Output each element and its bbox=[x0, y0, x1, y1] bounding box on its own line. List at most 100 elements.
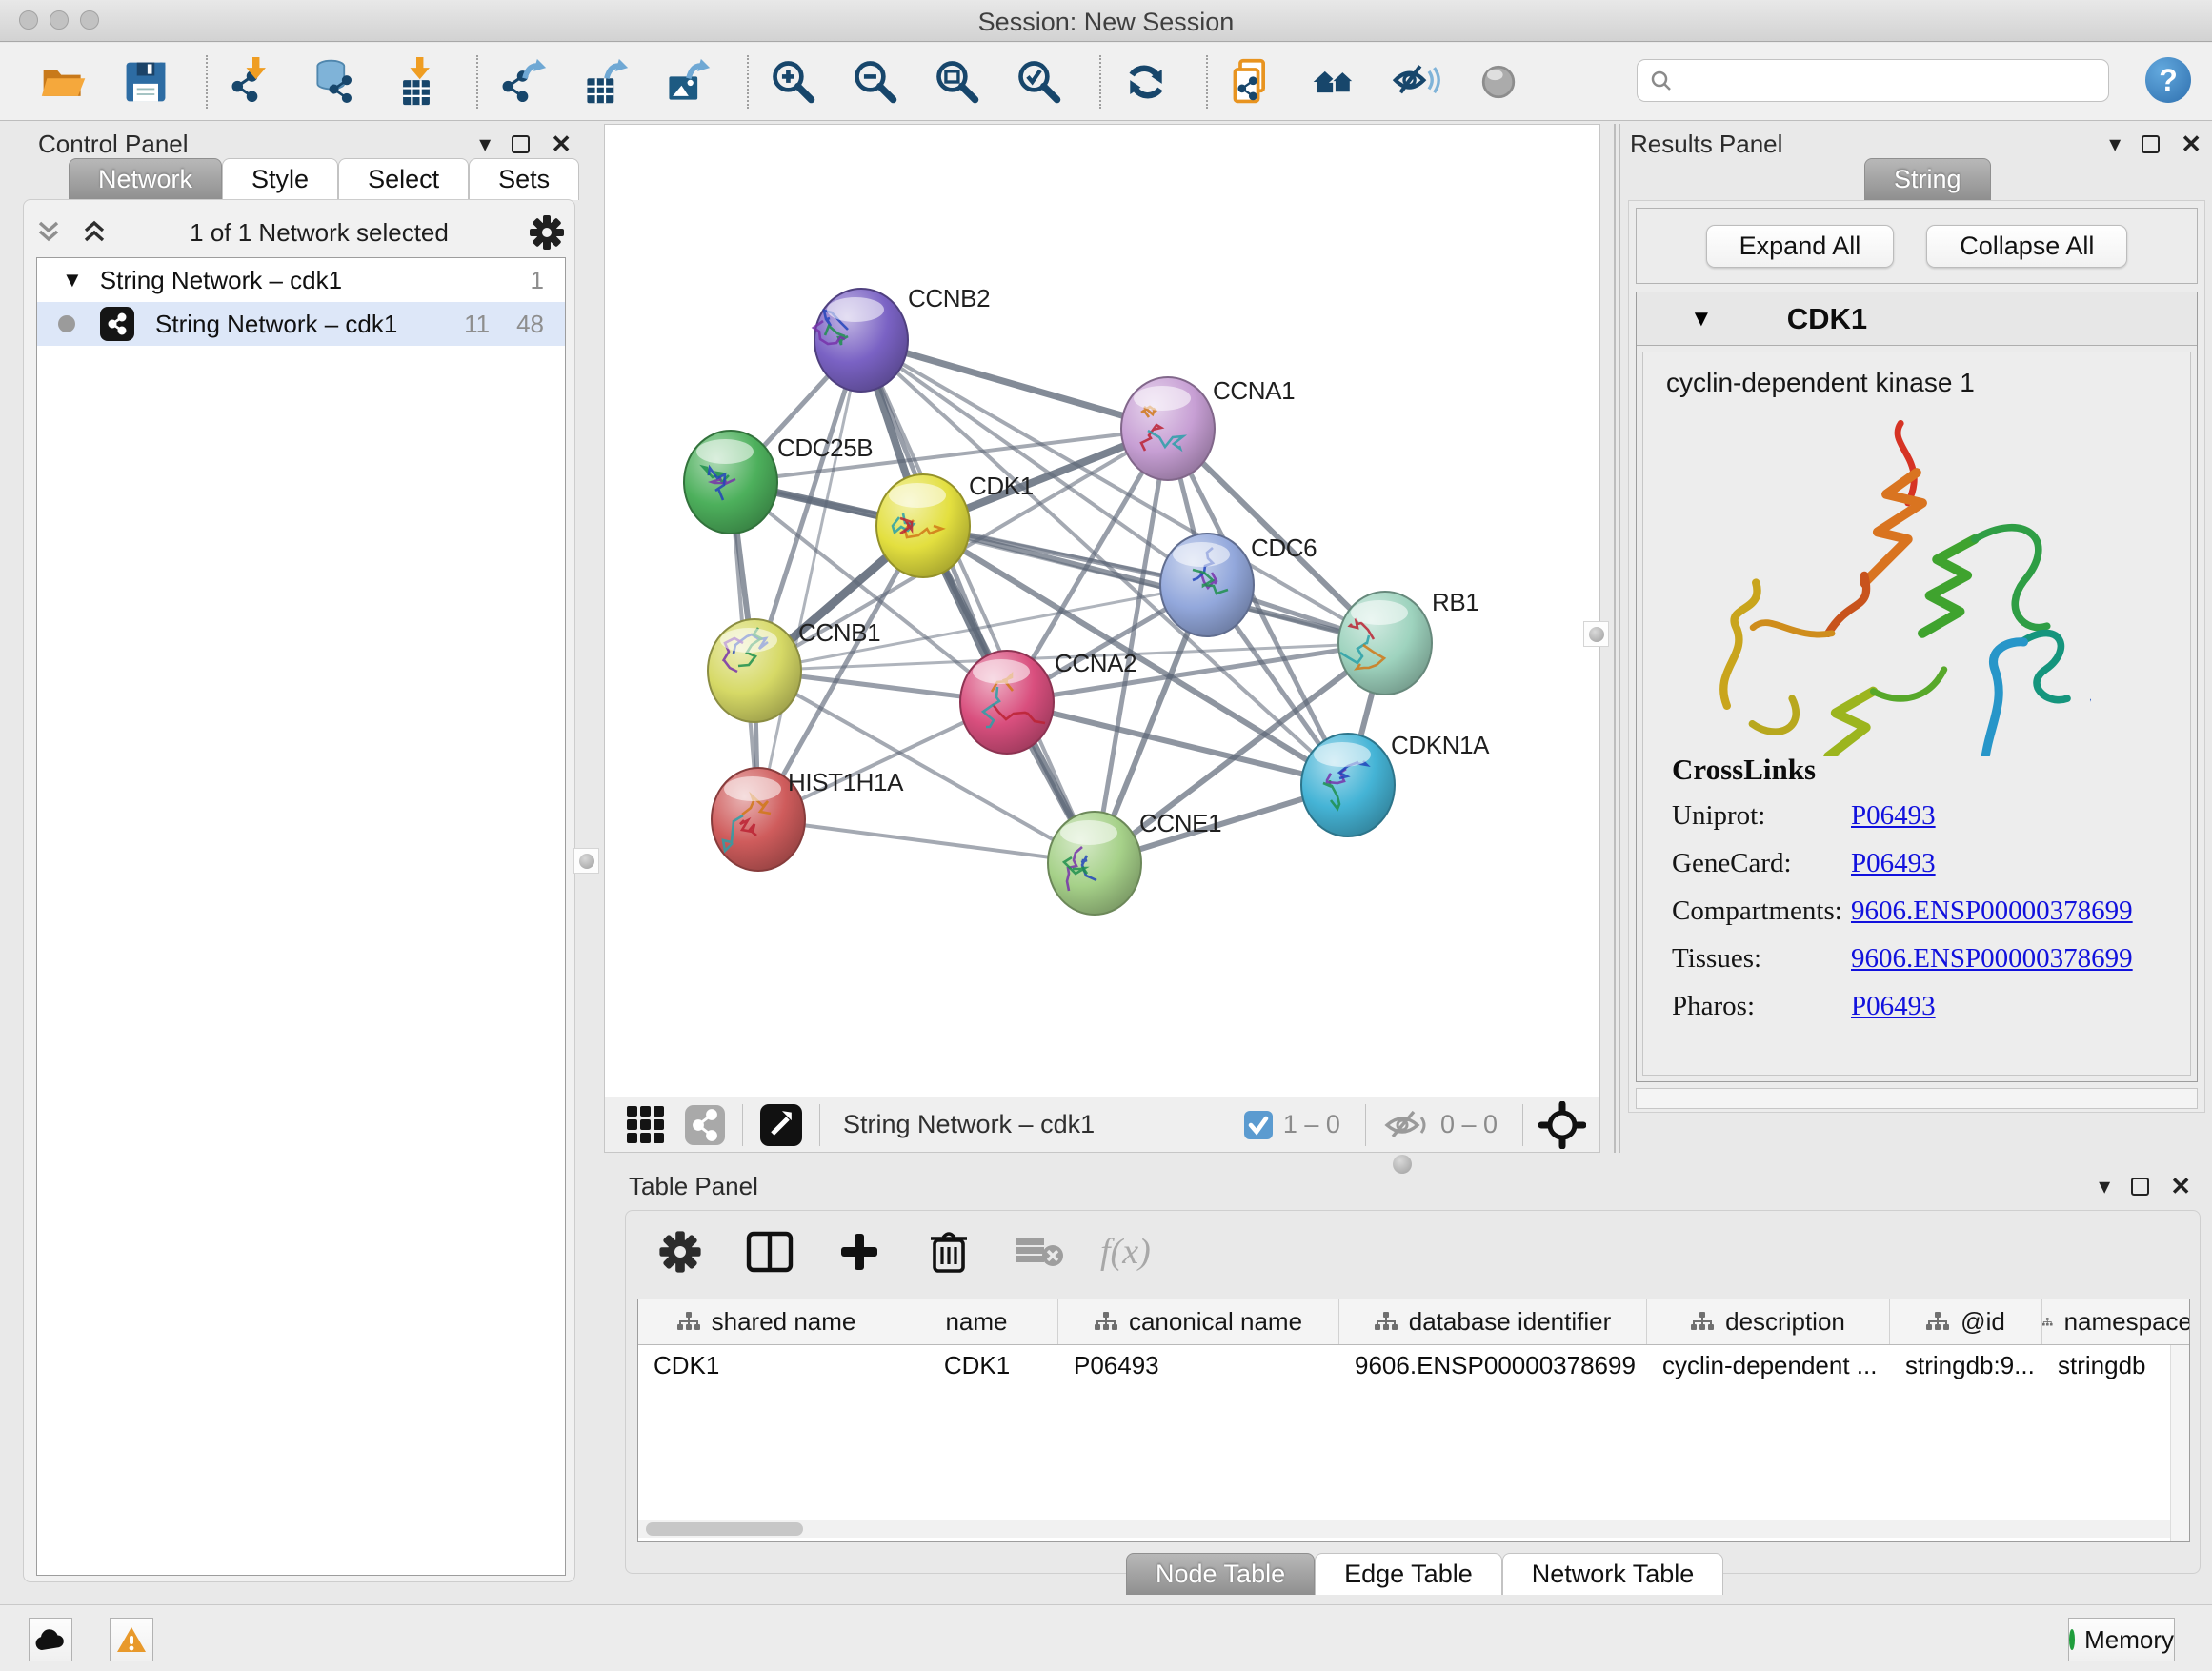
table-cell[interactable]: cyclin-dependent ... bbox=[1647, 1345, 1890, 1389]
node-RB1[interactable] bbox=[1338, 592, 1432, 695]
left-splitter-grip[interactable] bbox=[573, 848, 599, 874]
open-in-browser-icon[interactable] bbox=[758, 1102, 804, 1148]
collapse-all-button[interactable]: Collapse All bbox=[1926, 225, 2127, 268]
table-cell[interactable]: stringdb bbox=[2042, 1345, 2190, 1389]
birds-eye-view-icon[interactable] bbox=[624, 1103, 668, 1147]
import-database-button[interactable] bbox=[307, 54, 362, 110]
column-header-name[interactable]: name bbox=[895, 1299, 1058, 1344]
save-session-button[interactable] bbox=[118, 54, 173, 110]
collapse-all-icon[interactable] bbox=[32, 216, 65, 249]
results-scrollbar[interactable] bbox=[1636, 1088, 2198, 1109]
tree-expander-icon[interactable]: ▼ bbox=[62, 268, 83, 292]
node-label-CCNB1[interactable]: CCNB1 bbox=[798, 618, 880, 647]
expand-all-icon[interactable] bbox=[78, 216, 111, 249]
table-cell[interactable]: CDK1 bbox=[895, 1345, 1058, 1389]
hide-selected-button[interactable] bbox=[1389, 54, 1444, 110]
node-CDKN1A[interactable] bbox=[1301, 734, 1395, 836]
column-header-shared-name[interactable]: shared name bbox=[638, 1299, 895, 1344]
cloud-status-button[interactable] bbox=[29, 1618, 72, 1661]
table-row[interactable]: CDK1CDK1P064939606.ENSP00000378699cyclin… bbox=[638, 1345, 2189, 1389]
node-label-CCNA2[interactable]: CCNA2 bbox=[1055, 649, 1136, 677]
tab-style[interactable]: Style bbox=[222, 158, 338, 200]
duplicate-network-button[interactable] bbox=[1225, 54, 1280, 110]
table-cell[interactable]: 9606.ENSP00000378699 bbox=[1339, 1345, 1647, 1389]
node-section-header[interactable]: ▼ CDK1 bbox=[1637, 292, 2197, 346]
node-CCNA1[interactable] bbox=[1121, 377, 1215, 480]
column-header-description[interactable]: description bbox=[1647, 1299, 1890, 1344]
expand-all-button[interactable]: Expand All bbox=[1706, 225, 1895, 268]
zoom-in-button[interactable] bbox=[766, 54, 821, 110]
node-label-CCNB2[interactable]: CCNB2 bbox=[908, 284, 990, 312]
tab-network-table[interactable]: Network Table bbox=[1502, 1553, 1724, 1595]
column-header-namespace[interactable]: namespace bbox=[2042, 1299, 2190, 1344]
node-CDC6[interactable] bbox=[1160, 534, 1254, 636]
collapse-panel-icon[interactable]: ▾ bbox=[479, 131, 491, 158]
table-vscrollbar[interactable] bbox=[2170, 1345, 2189, 1542]
network-view-canvas[interactable]: CCNB2CCNA1CDC25BCDK1CDC6RB1CCNB1CCNA2CDK… bbox=[604, 124, 1600, 1097]
column-header-database-identifier[interactable]: database identifier bbox=[1339, 1299, 1647, 1344]
create-column-button[interactable] bbox=[832, 1224, 887, 1279]
node-CDC25B[interactable] bbox=[684, 431, 777, 534]
network-collection-row[interactable]: ▼ String Network – cdk1 1 bbox=[37, 258, 565, 302]
node-CCNE1[interactable] bbox=[1048, 812, 1141, 915]
delete-table-button[interactable] bbox=[1011, 1224, 1066, 1279]
zoom-selected-button[interactable] bbox=[1012, 54, 1067, 110]
refresh-button[interactable] bbox=[1118, 54, 1174, 110]
node-label-CDC6[interactable]: CDC6 bbox=[1251, 534, 1317, 562]
close-panel-icon[interactable]: ✕ bbox=[551, 130, 572, 159]
node-CCNB2[interactable] bbox=[814, 289, 908, 392]
vertical-splitter[interactable] bbox=[1614, 124, 1620, 1153]
table-cell[interactable]: P06493 bbox=[1058, 1345, 1339, 1389]
zoom-out-button[interactable] bbox=[848, 54, 903, 110]
import-table-button[interactable] bbox=[389, 54, 444, 110]
tab-string[interactable]: String bbox=[1864, 158, 1991, 200]
export-network-button[interactable] bbox=[495, 54, 551, 110]
crosslink-value-link[interactable]: P06493 bbox=[1851, 991, 1936, 1021]
crosslink-value-link[interactable]: P06493 bbox=[1851, 800, 1936, 831]
node-CCNA2[interactable] bbox=[960, 651, 1054, 754]
import-network-button[interactable] bbox=[225, 54, 280, 110]
export-image-button[interactable] bbox=[659, 54, 714, 110]
fit-content-target-icon[interactable] bbox=[1538, 1101, 1586, 1149]
table-cell[interactable]: stringdb:9... bbox=[1890, 1345, 2042, 1389]
node-CDK1[interactable] bbox=[876, 474, 970, 577]
close-results-icon[interactable]: ✕ bbox=[2181, 130, 2202, 159]
zoom-fit-button[interactable] bbox=[930, 54, 985, 110]
tab-network[interactable]: Network bbox=[69, 158, 222, 200]
crosslink-value-link[interactable]: 9606.ENSP00000378699 bbox=[1851, 896, 2133, 926]
open-file-button[interactable] bbox=[36, 54, 91, 110]
collapse-table-icon[interactable]: ▾ bbox=[2099, 1173, 2110, 1200]
table-options-gear-button[interactable] bbox=[653, 1224, 708, 1279]
close-table-icon[interactable]: ✕ bbox=[2170, 1172, 2191, 1201]
string-panel-toggle-icon[interactable] bbox=[683, 1103, 727, 1147]
memory-button[interactable]: Memory bbox=[2068, 1618, 2175, 1661]
float-results-icon[interactable] bbox=[2142, 135, 2160, 153]
network-row-selected[interactable]: String Network – cdk1 11 48 bbox=[37, 302, 565, 346]
column-header-id[interactable]: @id bbox=[1890, 1299, 2042, 1344]
first-neighbors-button[interactable] bbox=[1307, 54, 1362, 110]
table-hscrollbar[interactable] bbox=[638, 1520, 2172, 1538]
node-label-CDC25B[interactable]: CDC25B bbox=[777, 433, 873, 462]
node-label-CDKN1A[interactable]: CDKN1A bbox=[1391, 731, 1490, 759]
node-label-RB1[interactable]: RB1 bbox=[1432, 588, 1478, 616]
collapse-results-icon[interactable]: ▾ bbox=[2109, 131, 2121, 158]
export-table-button[interactable] bbox=[577, 54, 633, 110]
network-options-gear-icon[interactable] bbox=[528, 213, 566, 252]
section-expander-icon[interactable]: ▼ bbox=[1690, 306, 1713, 332]
tab-select[interactable]: Select bbox=[338, 158, 469, 200]
tab-node-table[interactable]: Node Table bbox=[1126, 1553, 1315, 1595]
float-panel-icon[interactable] bbox=[512, 135, 530, 153]
tab-edge-table[interactable]: Edge Table bbox=[1315, 1553, 1502, 1595]
node-label-HIST1H1A[interactable]: HIST1H1A bbox=[788, 768, 904, 796]
node-CCNB1[interactable] bbox=[708, 619, 801, 722]
show-columns-button[interactable] bbox=[742, 1224, 797, 1279]
help-button[interactable]: ? bbox=[2145, 57, 2191, 103]
right-splitter-grip[interactable] bbox=[1583, 621, 1609, 647]
warnings-button[interactable] bbox=[110, 1618, 153, 1661]
float-table-icon[interactable] bbox=[2131, 1178, 2149, 1196]
show-all-button[interactable] bbox=[1471, 54, 1526, 110]
crosslink-value-link[interactable]: P06493 bbox=[1851, 848, 1936, 878]
delete-column-trash-button[interactable] bbox=[921, 1224, 976, 1279]
table-cell[interactable]: CDK1 bbox=[638, 1345, 895, 1389]
node-label-CCNE1[interactable]: CCNE1 bbox=[1139, 809, 1221, 837]
